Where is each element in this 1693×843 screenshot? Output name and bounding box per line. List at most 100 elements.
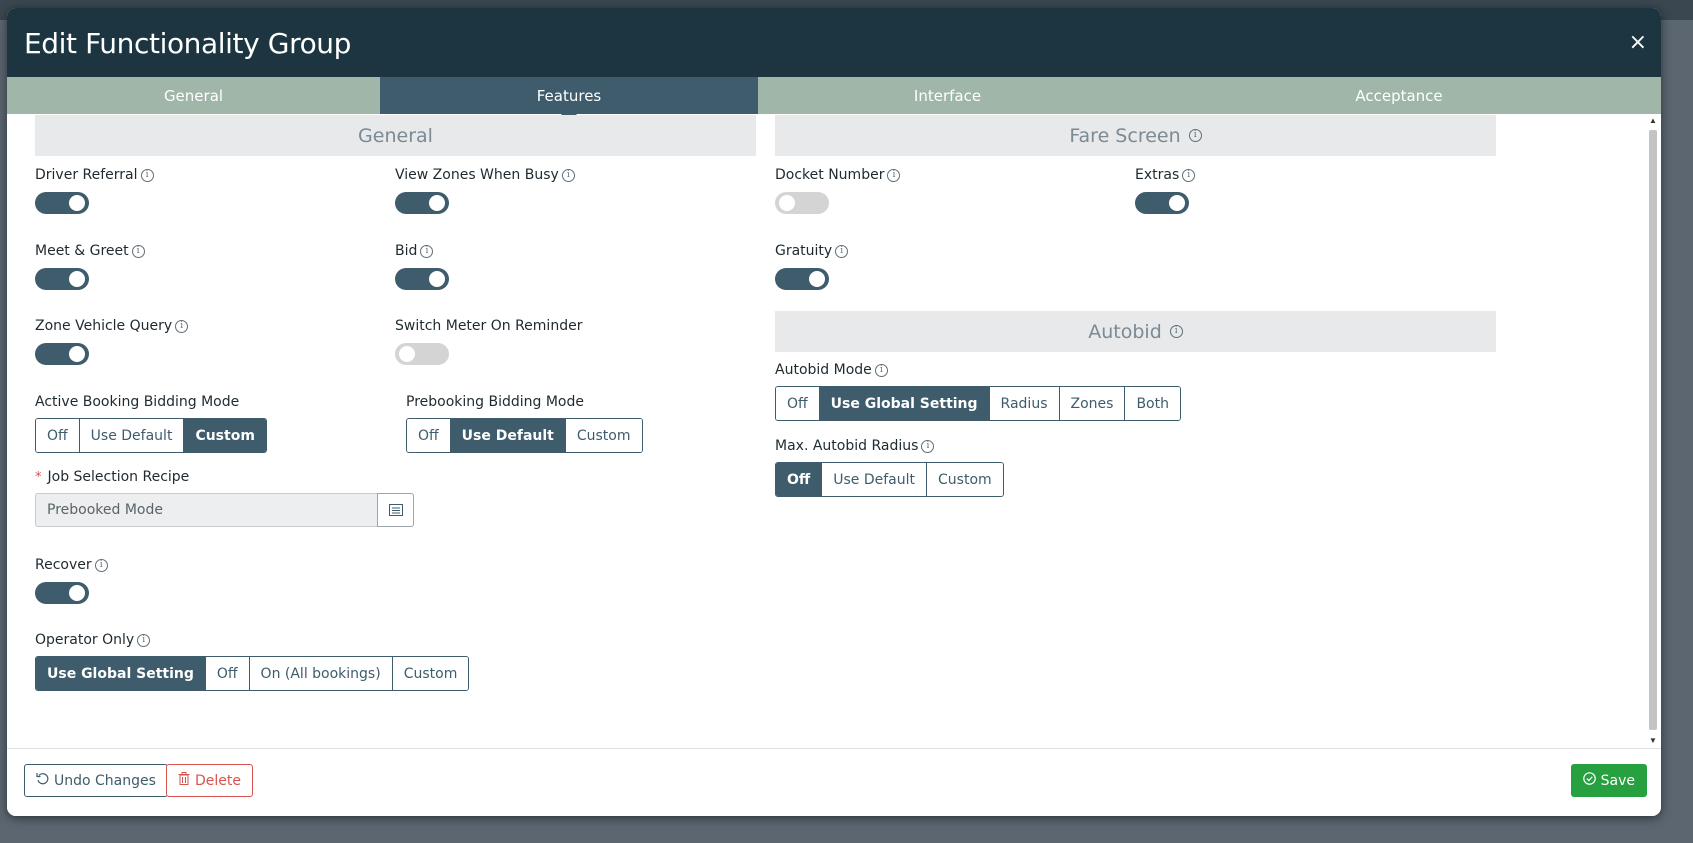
operator-only-off[interactable]: Off [204,657,249,690]
features-panel: General Fare Screen i Driver Referral i V… [7,114,1647,747]
tab-features[interactable]: Features [380,77,758,122]
meet-greet-field: Meet & Greet i [35,243,145,290]
max-autobid-radius-off[interactable]: Off [776,463,822,496]
autobid-mode-both[interactable]: Both [1124,387,1180,420]
section-title: Fare Screen [1069,124,1181,147]
field-label: Autobid Mode [775,362,872,378]
prebooking-bidding-mode-segmented: Off Use Default Custom [406,418,643,453]
list-picker-icon[interactable] [377,493,414,527]
max-autobid-radius-custom[interactable]: Custom [926,463,1003,496]
active-booking-custom[interactable]: Custom [183,419,266,452]
switch-meter-on-reminder-field: Switch Meter On Reminder [395,318,582,365]
info-icon[interactable]: i [835,244,849,258]
trash-icon [178,772,190,789]
edit-functionality-group-dialog: Edit Functionality Group × General Featu… [7,8,1661,816]
autobid-mode-radius[interactable]: Radius [988,387,1059,420]
info-icon[interactable]: i [137,633,151,647]
undo-label: Undo Changes [54,772,156,789]
recover-toggle[interactable] [35,582,89,604]
save-button[interactable]: Save [1570,764,1647,797]
scroll-up-arrow-icon[interactable]: ▲ [1647,116,1659,126]
info-icon[interactable]: i [140,168,154,182]
job-selection-recipe-field: * Job Selection Recipe Prebooked Mode [35,469,414,527]
prebooking-off[interactable]: Off [407,419,450,452]
info-icon[interactable]: i [1188,129,1202,142]
view-zones-when-busy-field: View Zones When Busy i [395,167,575,214]
max-autobid-radius-field: Max. Autobid Radius i Off Use Default Cus… [775,438,1004,497]
check-circle-icon [1582,772,1596,789]
autobid-mode-off[interactable]: Off [776,387,819,420]
info-icon[interactable]: i [175,319,189,333]
active-booking-use-default[interactable]: Use Default [78,419,184,452]
autobid-mode-field: Autobid Mode i Off Use Global Setting Rad… [775,362,1181,421]
operator-only-segmented: Use Global Setting Off On (All bookings)… [35,656,470,691]
active-booking-bidding-mode-field: Active Booking Bidding Mode Off Use Defa… [35,394,267,453]
field-label: Extras [1135,167,1180,183]
field-label: Max. Autobid Radius [775,438,919,454]
field-label: Operator Only [35,632,135,648]
close-icon[interactable]: × [1629,30,1647,55]
bid-toggle[interactable] [395,268,449,290]
autobid-mode-use-global-setting[interactable]: Use Global Setting [818,387,989,420]
field-label: Active Booking Bidding Mode [35,394,240,410]
dialog-footer: Undo Changes Delete Save [7,748,1661,816]
scrollbar-thumb[interactable] [1649,130,1657,730]
field-label: Bid [395,243,418,259]
info-icon[interactable]: i [420,244,434,258]
delete-button[interactable]: Delete [166,764,253,797]
max-autobid-radius-use-default[interactable]: Use Default [821,463,927,496]
delete-label: Delete [195,772,241,789]
prebooking-bidding-mode-field: Prebooking Bidding Mode Off Use Default … [406,394,643,453]
field-label: Switch Meter On Reminder [395,318,583,334]
info-icon[interactable]: i [1169,325,1183,338]
docket-number-toggle[interactable] [775,192,829,214]
field-label: Zone Vehicle Query [35,318,173,334]
field-label: Driver Referral [35,167,138,183]
field-label: Meet & Greet [35,243,129,259]
info-icon[interactable]: i [94,558,108,572]
job-selection-recipe-input[interactable]: Prebooked Mode [35,493,377,527]
switch-meter-on-reminder-toggle[interactable] [395,343,449,365]
dialog-title: Edit Functionality Group [24,27,352,60]
driver-referral-toggle[interactable] [35,192,89,214]
view-zones-when-busy-toggle[interactable] [395,192,449,214]
active-booking-off[interactable]: Off [36,419,79,452]
tab-general[interactable]: General [7,77,380,114]
undo-icon [36,772,49,789]
info-icon[interactable]: i [131,244,145,258]
gratuity-toggle[interactable] [775,268,829,290]
info-icon[interactable]: i [921,439,935,453]
meet-greet-toggle[interactable] [35,268,89,290]
operator-only-custom[interactable]: Custom [391,657,469,690]
autobid-mode-segmented: Off Use Global Setting Radius Zones Both [775,386,1181,421]
info-icon[interactable]: i [887,168,901,182]
zone-vehicle-query-toggle[interactable] [35,343,89,365]
field-label: Docket Number [775,167,885,183]
info-icon[interactable]: i [1182,168,1196,182]
prebooking-custom[interactable]: Custom [564,419,642,452]
extras-toggle[interactable] [1135,192,1189,214]
autobid-mode-zones[interactable]: Zones [1058,387,1125,420]
zone-vehicle-query-field: Zone Vehicle Query i [35,318,189,365]
recover-field: Recover i [35,557,108,604]
field-label: Prebooking Bidding Mode [406,394,584,410]
operator-only-field: Operator Only i Use Global Setting Off On… [35,632,470,691]
field-label: Gratuity [775,243,833,259]
undo-changes-button[interactable]: Undo Changes [24,764,168,797]
section-fare-screen-header: Fare Screen i [775,115,1496,156]
prebooking-use-default[interactable]: Use Default [449,419,565,452]
field-label: Recover [35,557,92,573]
field-label: Job Selection Recipe [47,469,190,485]
section-title: Autobid [1088,320,1162,343]
active-booking-bidding-mode-segmented: Off Use Default Custom [35,418,267,453]
tab-acceptance[interactable]: Acceptance [1137,77,1661,114]
info-icon[interactable]: i [874,363,888,377]
operator-only-use-global-setting[interactable]: Use Global Setting [36,657,205,690]
scroll-down-arrow-icon[interactable]: ▼ [1647,736,1659,746]
bid-field: Bid i [395,243,449,290]
max-autobid-radius-segmented: Off Use Default Custom [775,462,1004,497]
operator-only-on-all-bookings[interactable]: On (All bookings) [248,657,392,690]
info-icon[interactable]: i [561,168,575,182]
tab-interface[interactable]: Interface [758,77,1137,114]
content-scrollbar[interactable]: ▲ ▼ [1647,116,1659,746]
